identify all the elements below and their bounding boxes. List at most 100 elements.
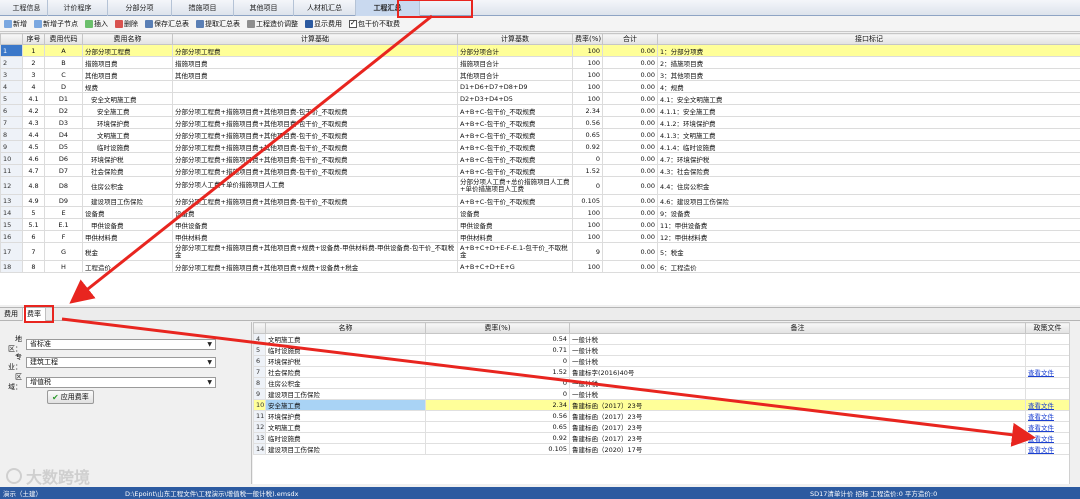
cell-rn[interactable]: 11: [0, 164, 23, 177]
cell-basis[interactable]: 甲供设备费: [172, 218, 458, 231]
table-row[interactable]: 7 4.3 D3 环境保护费 分部分项工程费+措施项目费+其他项目费-包干价_不取规费 A…: [0, 116, 1080, 129]
cell-mark[interactable]: 4.1.1：安全施工费: [657, 104, 1080, 117]
cell-no[interactable]: 4.3: [22, 116, 45, 129]
cell-code[interactable]: D8: [44, 176, 83, 195]
cell-base[interactable]: A+B+C-包干价_不取规费: [457, 152, 573, 165]
rate-cell-note[interactable]: 一般计税: [569, 344, 1026, 356]
cell-name[interactable]: 文明施工费: [82, 128, 173, 141]
cell-rn[interactable]: 12: [0, 176, 23, 195]
rate-cell-note[interactable]: 鲁建标函（2017）23号: [569, 399, 1026, 411]
cell-code[interactable]: G: [44, 242, 83, 261]
rate-cell-note[interactable]: 一般计税: [569, 388, 1026, 400]
column-header-5[interactable]: 费率(%): [572, 33, 603, 45]
cell-mark[interactable]: 4.1.2：环境保护费: [657, 116, 1080, 129]
table-row[interactable]: 6 4.2 D2 安全施工费 分部分项工程费+措施项目费+其他项目费-包干价_不取规费 A…: [0, 104, 1080, 117]
table-row[interactable]: 8 4.4 D4 文明施工费 分部分项工程费+措施项目费+其他项目费-包干价_不取规费 A…: [0, 128, 1080, 141]
view-file-link[interactable]: 查看文件: [1028, 424, 1054, 432]
rate-cell-note[interactable]: 一般计税: [569, 355, 1026, 367]
rate-cell-link[interactable]: 查看文件: [1025, 410, 1070, 422]
rate-cell-link[interactable]: [1025, 388, 1070, 400]
rate-row[interactable]: 14 建设项目工伤保险 0.105 鲁建标函（2020）17号 查看文件: [253, 443, 1070, 455]
cell-rate[interactable]: 2.34: [572, 104, 603, 117]
cell-rn[interactable]: 13: [0, 194, 23, 207]
rate-cell-rate[interactable]: 0: [425, 355, 570, 367]
cell-basis[interactable]: 分部分项工程费: [172, 44, 458, 57]
tab-5[interactable]: 人材机汇总: [294, 0, 356, 16]
cell-code[interactable]: D3: [44, 116, 83, 129]
cell-no[interactable]: 3: [22, 68, 45, 81]
bottom-tab-1[interactable]: 费率: [23, 308, 46, 321]
cell-rate[interactable]: 0: [572, 152, 603, 165]
cell-no[interactable]: 6: [22, 230, 45, 243]
cell-mark[interactable]: 4.4：住房公积金: [657, 176, 1080, 195]
rate-cell-name[interactable]: 临时设施费: [265, 432, 426, 444]
cell-no[interactable]: 4.2: [22, 104, 45, 117]
cell-base[interactable]: A+B+C+D+E+G: [457, 260, 573, 273]
cell-name[interactable]: 分部分项工程费: [82, 44, 173, 57]
cell-base[interactable]: 甲供设备费: [457, 218, 573, 231]
area-select[interactable]: 增值税 ▼: [26, 376, 216, 388]
cell-total[interactable]: 0.00: [602, 218, 658, 231]
rate-cell-rate[interactable]: 0.56: [425, 410, 570, 422]
cell-rate[interactable]: 100: [572, 68, 603, 81]
cell-basis[interactable]: 措施项目费: [172, 56, 458, 69]
cell-code[interactable]: D4: [44, 128, 83, 141]
rate-column-header-1[interactable]: 费率(%): [425, 322, 570, 334]
cell-name[interactable]: 社会保险费: [82, 164, 173, 177]
view-file-link[interactable]: 查看文件: [1028, 413, 1054, 421]
cell-total[interactable]: 0.00: [602, 176, 658, 195]
rate-cell-rn[interactable]: 4: [253, 333, 266, 345]
cell-mark[interactable]: 11：甲供设备费: [657, 218, 1080, 231]
cell-rate[interactable]: 0.105: [572, 194, 603, 207]
cell-name[interactable]: 甲供设备费: [82, 218, 173, 231]
cell-basis[interactable]: 分部分项工程费+措施项目费+其他项目费-包干价_不取规费: [172, 116, 458, 129]
cell-rn[interactable]: 9: [0, 140, 23, 153]
cell-rate[interactable]: 100: [572, 56, 603, 69]
tab-6[interactable]: 工程汇总: [356, 0, 420, 16]
cell-code[interactable]: D9: [44, 194, 83, 207]
cell-base[interactable]: 设备费: [457, 206, 573, 219]
rate-cell-note[interactable]: 一般计税: [569, 333, 1026, 345]
cell-no[interactable]: 4.4: [22, 128, 45, 141]
cell-code[interactable]: E.1: [44, 218, 83, 231]
cell-no[interactable]: 4: [22, 80, 45, 93]
cell-code[interactable]: D: [44, 80, 83, 93]
cell-total[interactable]: 0.00: [602, 128, 658, 141]
table-row[interactable]: 2 2 B 措施项目费 措施项目费 措施项目合计 100 0.00 2：措施项目费: [0, 56, 1080, 69]
table-row[interactable]: 17 7 G 税金 分部分项工程费+措施项目费+其他项目费+规费+设备费-甲供材料费-甲…: [0, 242, 1080, 261]
rate-column-header-3[interactable]: 政策文件: [1025, 322, 1070, 334]
cell-code[interactable]: D5: [44, 140, 83, 153]
cell-code[interactable]: D7: [44, 164, 83, 177]
cell-basis[interactable]: 分部分项工程费+措施项目费+其他项目费-包干价_不取规费: [172, 140, 458, 153]
cell-basis[interactable]: 分部分项工程费+措施项目费+其他项目费+规费+设备费+税金: [172, 260, 458, 273]
rate-cell-link[interactable]: 查看文件: [1025, 443, 1070, 455]
cell-mark[interactable]: 5：税金: [657, 242, 1080, 261]
cell-total[interactable]: 0.00: [602, 140, 658, 153]
rate-cell-rn[interactable]: 9: [253, 388, 266, 400]
table-row[interactable]: 16 6 F 甲供材料费 甲供材料费 甲供材料费 100 0.00 12：甲供材料费: [0, 230, 1080, 243]
cell-base[interactable]: A+B+C-包干价_不取规费: [457, 140, 573, 153]
rate-cell-rn[interactable]: 11: [253, 410, 266, 422]
rate-cell-name[interactable]: 环境保护税: [265, 355, 426, 367]
cell-code[interactable]: H: [44, 260, 83, 273]
column-header-4[interactable]: 计算基数: [457, 33, 573, 45]
extract-summary-button[interactable]: 提取汇总表: [194, 17, 242, 30]
cell-name[interactable]: 住房公积金: [82, 176, 173, 195]
cell-code[interactable]: C: [44, 68, 83, 81]
rate-row[interactable]: 12 文明施工费 0.65 鲁建标函（2017）23号 查看文件: [253, 421, 1070, 433]
cell-rn[interactable]: 8: [0, 128, 23, 141]
rate-column-header-2[interactable]: 备注: [569, 322, 1026, 334]
cell-rn[interactable]: 5: [0, 92, 23, 105]
cell-name[interactable]: 临时设施费: [82, 140, 173, 153]
column-header-3[interactable]: 计算基础: [172, 33, 458, 45]
cell-basis[interactable]: 分部分项工程费+措施项目费+其他项目费-包干价_不取规费: [172, 164, 458, 177]
rate-row[interactable]: 5 临时设施费 0.71 一般计税: [253, 344, 1070, 356]
add-button[interactable]: 新增: [2, 17, 29, 30]
cell-base[interactable]: 措施项目合计: [457, 56, 573, 69]
cell-mark[interactable]: 4.6：建设项目工伤保险: [657, 194, 1080, 207]
cell-base[interactable]: D1+D6+D7+D8+D9: [457, 80, 573, 93]
cell-rn[interactable]: 16: [0, 230, 23, 243]
cell-rate[interactable]: 100: [572, 80, 603, 93]
cell-no[interactable]: 8: [22, 260, 45, 273]
rate-cell-link[interactable]: 查看文件: [1025, 366, 1070, 378]
